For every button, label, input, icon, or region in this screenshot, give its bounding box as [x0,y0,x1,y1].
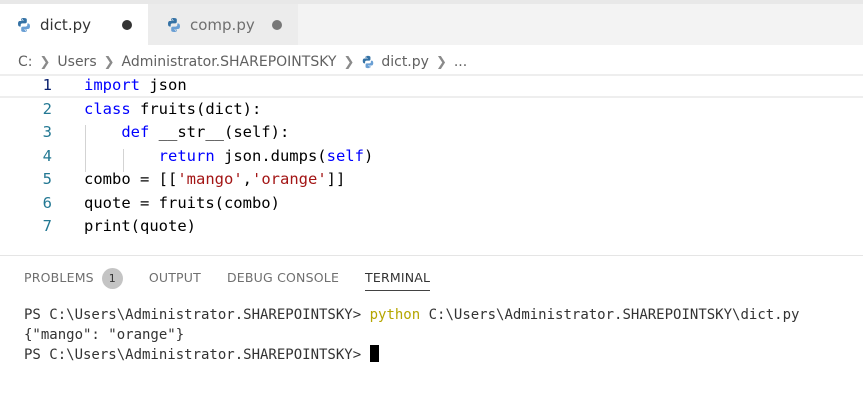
tab-output[interactable]: OUTPUT [149,266,201,290]
keyword-token: self [326,146,364,165]
terminal-cursor [369,345,379,362]
code-text: return json.dumps(self) [84,145,374,169]
code-text: import json [84,76,187,96]
chevron-right-icon: ❯ [435,54,447,70]
breadcrumb: C: ❯ Users ❯ Administrator.SHAREPOINTSKY… [18,51,467,73]
string-token: 'mango' [177,170,243,188]
terminal-prompt: PS C:\Users\Administrator.SHAREPOINTSKY> [24,307,362,323]
problems-count-badge: 1 [101,267,123,289]
python-icon [363,55,374,69]
python-icon [168,17,180,32]
code-text: def __str__(self): [84,121,289,145]
line-number: 1 [42,76,52,94]
code-token: , [242,170,252,188]
terminal-line: PS C:\Users\Administrator.SHAREPOINTSKY>… [24,305,799,325]
unsaved-dot-icon[interactable] [272,19,282,30]
tab-dict-py[interactable]: dict.py [0,4,148,45]
terminal-line: PS C:\Users\Administrator.SHAREPOINTSKY> [24,345,799,365]
code-line[interactable]: 6 quote = fruits(combo) [0,192,863,216]
panel-tab-bar: PROBLEMS 1 OUTPUT DEBUG CONSOLE TERMINAL [24,266,456,292]
terminal-prompt: PS C:\Users\Administrator.SHAREPOINTSKY> [24,347,362,363]
line-number: 7 [42,217,52,235]
code-token: json [140,76,187,94]
tab-label: PROBLEMS [24,270,94,285]
code-line[interactable]: 2 class fruits(dict): [0,98,863,122]
breadcrumb-item-symbols[interactable]: ... [454,54,467,70]
line-number: 3 [42,123,52,141]
code-token: print(quote) [84,217,196,235]
code-token: ]] [326,170,346,188]
breadcrumb-item-folder[interactable]: Administrator.SHAREPOINTSKY [122,54,337,70]
keyword-token: return [158,146,215,165]
code-text: print(quote) [84,215,196,239]
code-token: combo = [[ [84,170,178,188]
chevron-right-icon: ❯ [103,54,115,70]
unsaved-dot-icon[interactable] [122,19,132,30]
chevron-right-icon: ❯ [343,54,355,70]
terminal-command: python [369,307,421,323]
tab-label: dict.py [40,15,91,34]
code-line[interactable]: 3 def __str__(self): [0,121,863,145]
code-token: ) [363,146,374,165]
line-number: 4 [42,146,52,165]
breadcrumb-item-file[interactable]: dict.py [381,54,429,70]
tab-comp-py[interactable]: comp.py [148,4,298,45]
code-text: quote = fruits(combo) [84,192,280,216]
keyword-token: class [84,99,131,118]
line-number: 6 [42,193,52,212]
keyword-token: import [84,76,140,94]
code-token: __str__(self): [149,123,290,141]
keyword-token: def [121,123,150,141]
code-line[interactable]: 4 return json.dumps(self) [0,145,863,169]
tab-label: DEBUG CONSOLE [226,270,340,285]
tab-debug-console[interactable]: DEBUG CONSOLE [227,266,339,290]
code-token: json.dumps( [214,146,327,165]
code-text: combo = [['mango','orange']] [84,168,345,192]
terminal-output[interactable]: PS C:\Users\Administrator.SHAREPOINTSKY>… [24,305,799,365]
code-token: fruits(dict): [130,99,262,118]
editor-tab-bar: dict.py comp.py [0,0,863,45]
code-text: class fruits(dict): [84,98,261,122]
terminal-program-output: {"mango": "orange"} [24,327,185,343]
tab-label: OUTPUT [148,270,201,285]
code-line[interactable]: 7 print(quote) [0,215,863,239]
code-editor[interactable]: 1 import json 2 class fruits(dict): 3 def __… [0,74,863,242]
line-number: 2 [42,99,52,118]
tab-label: comp.py [190,15,255,34]
terminal-line: {"mango": "orange"} [24,325,799,345]
code-token: quote = fruits(combo) [84,193,280,212]
tab-problems[interactable]: PROBLEMS 1 [24,266,123,290]
terminal-command-args: C:\Users\Administrator.SHAREPOINTSKY\dic… [420,307,800,323]
chevron-right-icon: ❯ [39,54,51,70]
panel-divider [0,255,863,256]
breadcrumb-item-users[interactable]: Users [57,54,96,70]
line-number: 5 [42,170,52,188]
string-token: 'orange' [252,170,327,188]
python-icon [18,17,30,32]
breadcrumb-item-drive[interactable]: C: [18,54,33,70]
tab-terminal[interactable]: TERMINAL [365,266,431,291]
code-line[interactable]: 1 import json [0,74,863,98]
tab-label: TERMINAL [365,270,431,285]
code-line[interactable]: 5 combo = [['mango','orange']] [0,168,863,192]
